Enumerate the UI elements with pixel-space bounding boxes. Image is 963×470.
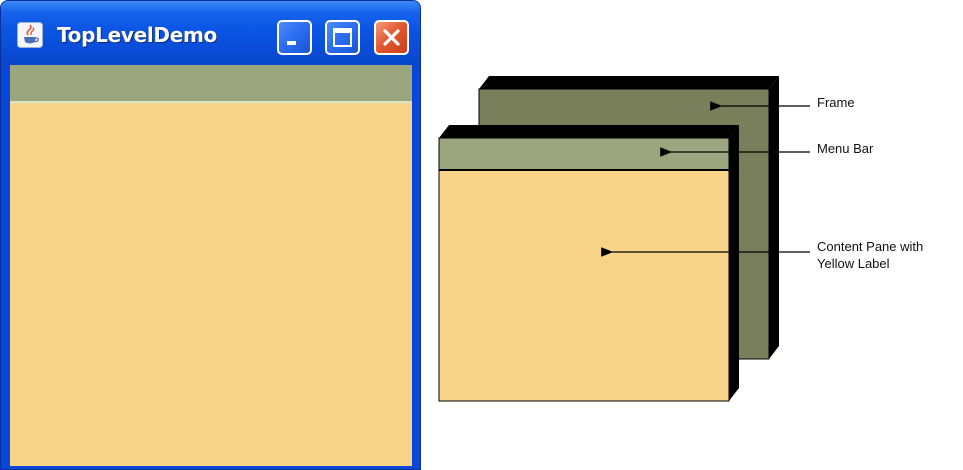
- close-button[interactable]: [374, 20, 409, 55]
- title-bar[interactable]: TopLevelDemo: [1, 1, 420, 65]
- menu-bar-layer: [438, 137, 730, 171]
- minimize-button[interactable]: [277, 20, 312, 55]
- toplevel-demo-window: TopLevelDemo: [0, 0, 421, 470]
- maximize-icon: [333, 28, 352, 47]
- content-layer: [438, 125, 739, 402]
- window-client-area: [10, 65, 412, 466]
- minimize-icon: [287, 41, 296, 45]
- window-title: TopLevelDemo: [57, 23, 217, 47]
- menu-bar[interactable]: [10, 65, 412, 103]
- java-cup-icon[interactable]: [17, 22, 43, 48]
- menu-bar-label: Menu Bar: [817, 141, 874, 156]
- content-pane-yellow-label: [10, 103, 412, 466]
- maximize-button[interactable]: [325, 20, 360, 55]
- frame-label: Frame: [817, 95, 855, 110]
- layering-diagram: Frame Menu Bar Content Pane with Yellow …: [430, 60, 960, 420]
- close-icon: [383, 29, 400, 46]
- content-pane-label: Content Pane with Yellow Label: [817, 239, 924, 271]
